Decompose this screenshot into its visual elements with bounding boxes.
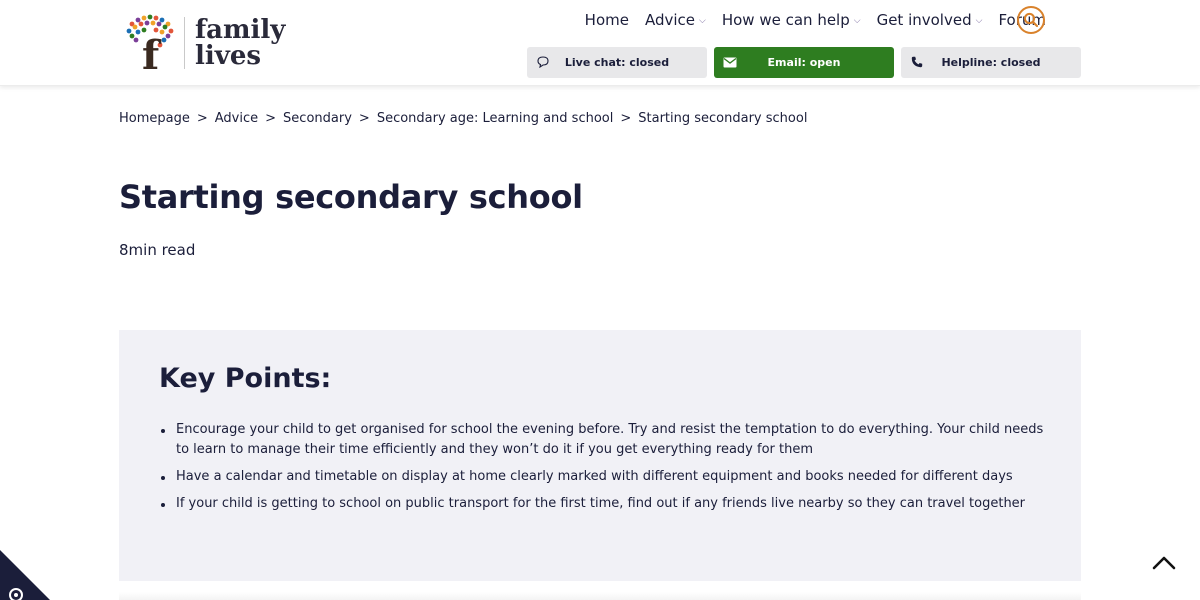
nav-get-involved-label: Get involved [876,11,972,29]
logo-wordmark: family lives [195,17,285,69]
email-button[interactable]: Email: open [714,47,894,78]
live-chat-label: Live chat: closed [564,56,670,69]
search-icon [1023,12,1039,28]
page-title: Starting secondary school [119,178,583,216]
logo-divider [184,17,185,69]
tree-logo-icon: f [126,14,174,72]
envelope-icon [723,55,737,69]
search-button[interactable] [1017,6,1045,34]
breadcrumb-current-page[interactable]: Starting secondary school [638,111,807,126]
breadcrumb-separator: > [358,111,370,126]
breadcrumb-separator: > [265,111,277,126]
breadcrumb-homepage[interactable]: Homepage [119,111,190,126]
list-item: Encourage your child to get organised fo… [161,420,1046,460]
breadcrumb: Homepage > Advice > Secondary > Secondar… [119,111,807,126]
nav-how-we-can-help[interactable]: How we can help ⌵ [722,11,861,29]
breadcrumb-secondary[interactable]: Secondary [283,111,352,126]
nav-how-we-can-help-label: How we can help [721,11,850,29]
email-label: Email: open [767,56,841,69]
chevron-up-icon [1152,556,1176,570]
helpline-label: Helpline: closed [941,56,1041,69]
chevron-down-icon: ⌵ [699,16,706,26]
chevron-down-icon: ⌵ [975,16,983,26]
main-nav: Home Advice ⌵ How we can help ⌵ Get involv… [569,8,1046,32]
nav-home-label: Home [584,11,629,29]
nav-advice[interactable]: Advice ⌵ [645,11,706,29]
chat-bubble-icon [536,55,550,69]
key-points-heading: Key Points: [159,363,332,394]
breadcrumb-advice[interactable]: Advice [215,111,258,126]
key-points-panel: Key Points: Encourage your child to get … [119,330,1081,581]
phone-icon [910,55,924,69]
family-lives-logo[interactable]: f family lives [124,14,294,72]
logo-line-lives: lives [195,41,262,71]
svg-text:f: f [142,32,162,72]
breadcrumb-separator: > [620,111,632,126]
logo-line-family: family [195,15,286,45]
chevron-down-icon: ⌵ [853,16,861,26]
breadcrumb-separator: > [196,111,208,126]
list-item: If your child is getting to school on pu… [161,494,1046,514]
nav-home[interactable]: Home [585,11,629,29]
back-to-top-button[interactable] [1150,552,1178,572]
live-chat-button[interactable]: Live chat: closed [527,47,707,78]
cookie-settings-button[interactable] [0,550,50,600]
content-divider [119,592,1081,600]
nav-advice-label: Advice [644,11,696,29]
nav-get-involved[interactable]: Get involved ⌵ [877,11,983,29]
key-points-list: Encourage your child to get organised fo… [161,420,1046,521]
list-item: Have a calendar and timetable on display… [161,467,1046,487]
read-time: 8min read [119,241,196,259]
cookie-icon [0,550,50,600]
breadcrumb-secondary-learning[interactable]: Secondary age: Learning and school [377,111,614,126]
helpline-button[interactable]: Helpline: closed [901,47,1081,78]
site-header: f family lives Home Advice ⌵ How we can h… [0,0,1200,86]
